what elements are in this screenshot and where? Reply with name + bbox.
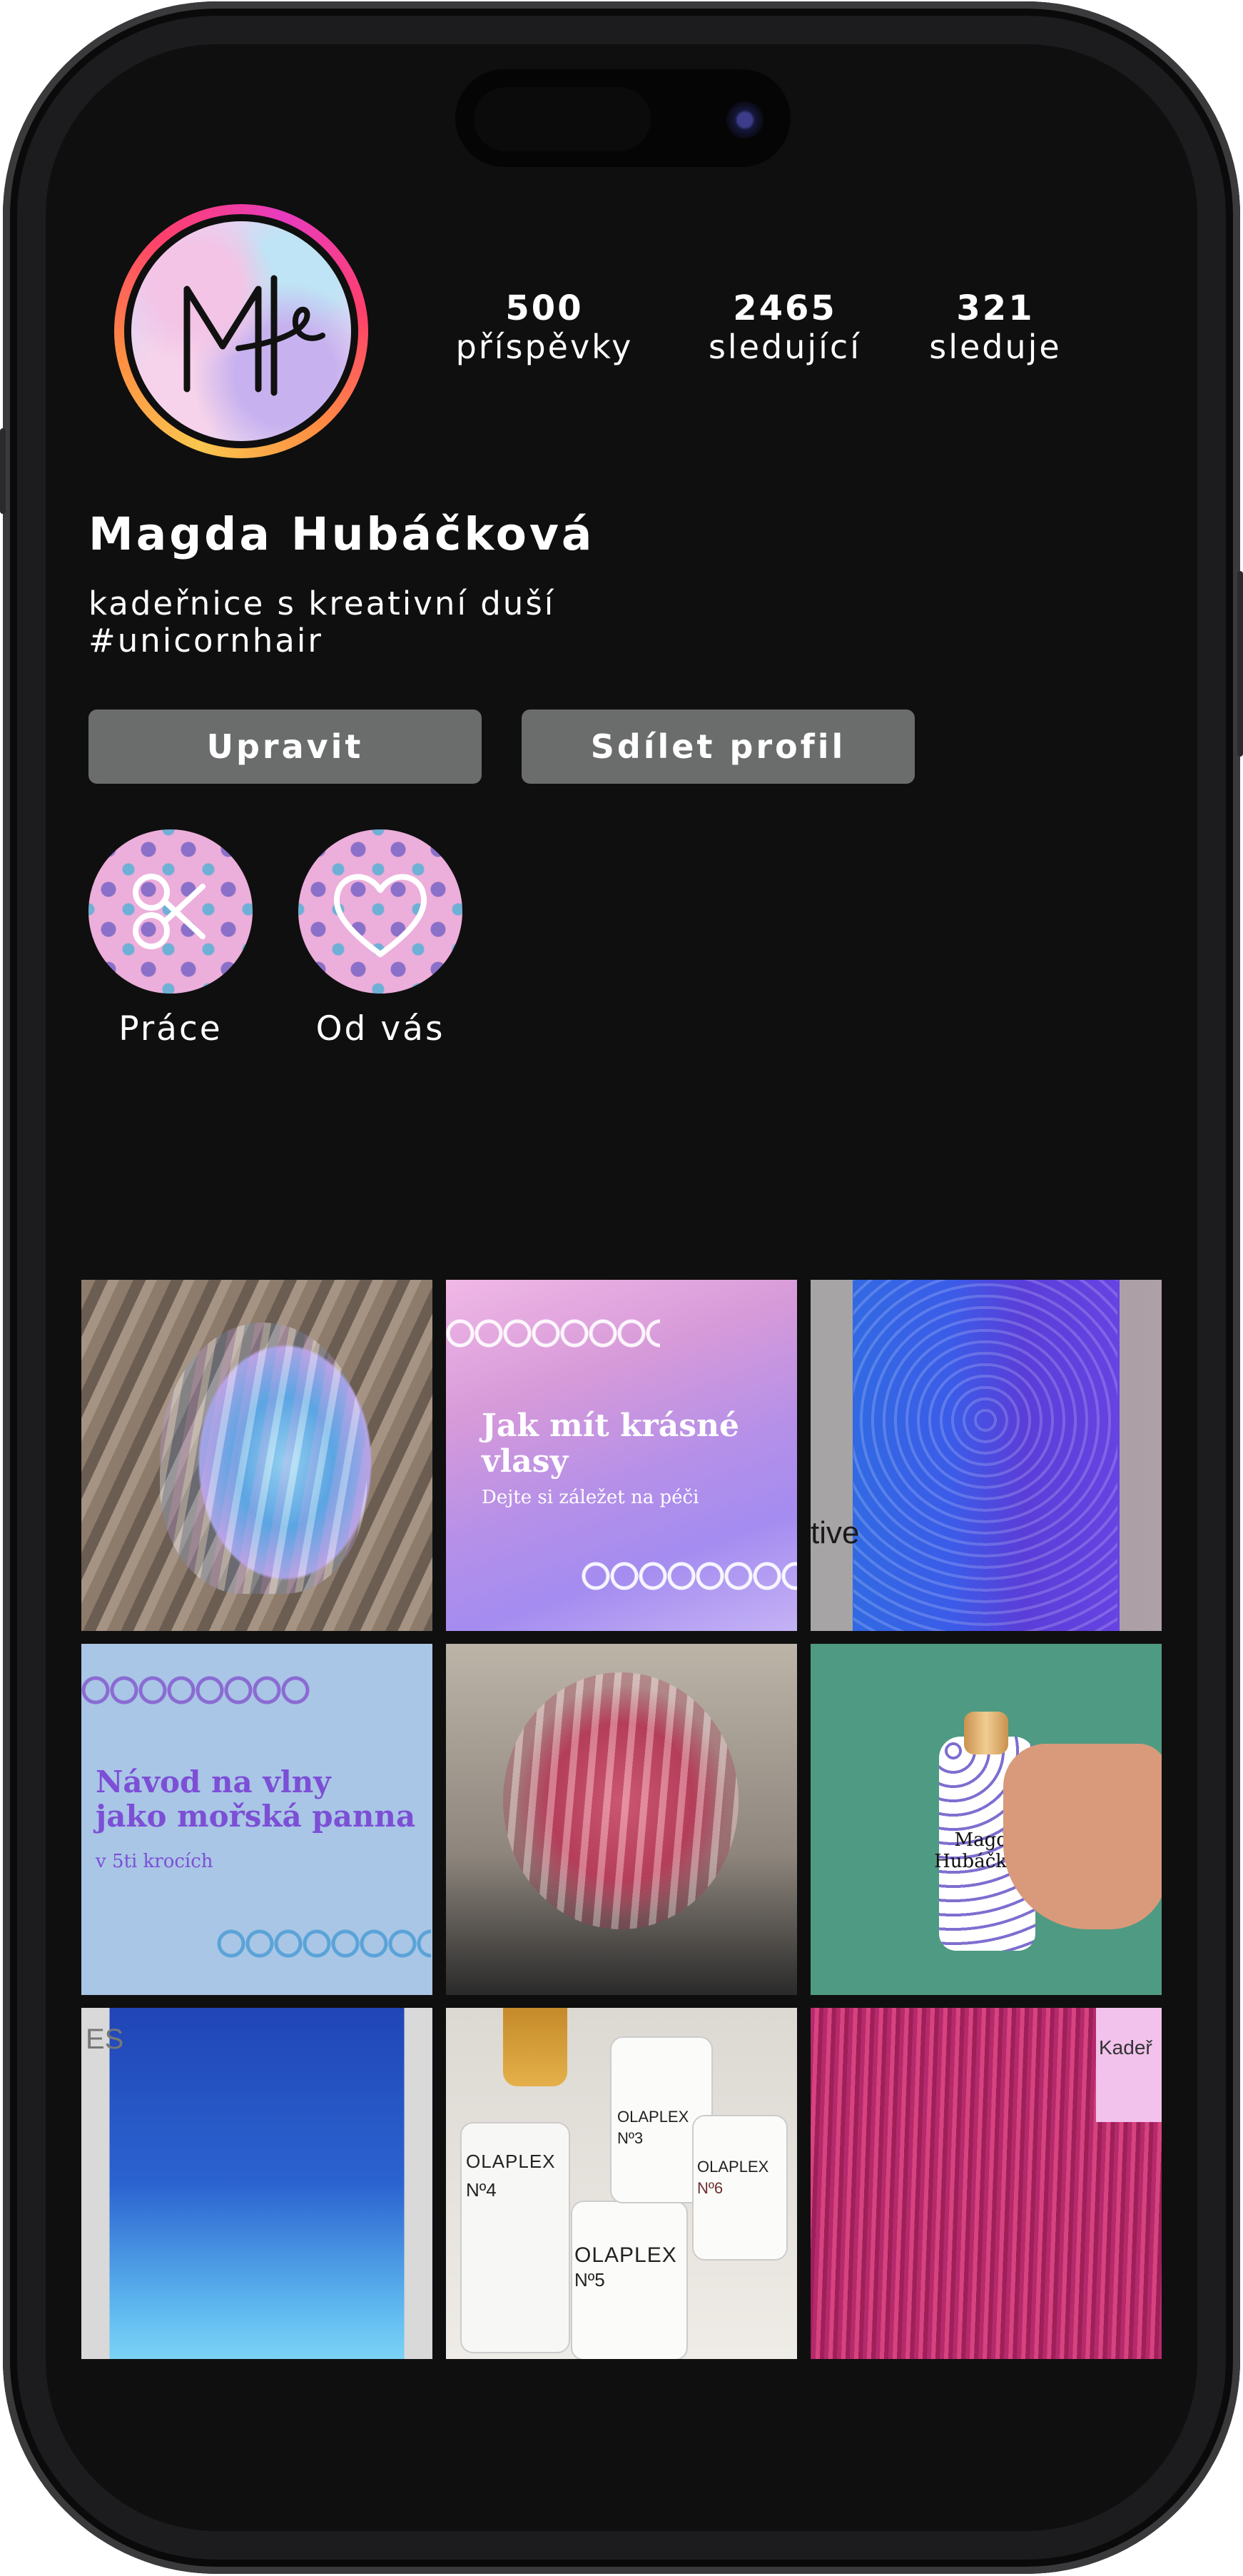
highlight-label-od-vas: Od vás bbox=[315, 1009, 445, 1049]
phone-side-button bbox=[1237, 571, 1243, 757]
stat-posts[interactable]: 500 příspěvky bbox=[448, 288, 641, 365]
hair-curls bbox=[853, 1280, 1117, 1631]
post-thumbnail-pink-highlights[interactable] bbox=[446, 1644, 797, 1995]
front-camera bbox=[726, 101, 763, 138]
post-thumbnail-hair-care-tips[interactable]: Jak mít krásné vlasy Dejte si záležet na… bbox=[446, 1280, 797, 1631]
dynamic-island-sensor bbox=[474, 87, 651, 151]
olaplex-brand: OLAPLEX bbox=[466, 2151, 556, 2172]
wave-decoration bbox=[217, 1915, 431, 1972]
share-profile-button[interactable]: Sdílet profil bbox=[522, 709, 915, 784]
post-thumbnail-blue-pastel-bob[interactable] bbox=[81, 1280, 432, 1631]
post-thumbnail-product-bottle[interactable]: Magda Hubáčková bbox=[811, 1644, 1162, 1995]
stat-followers[interactable]: 2465 sledující bbox=[692, 288, 878, 365]
wave-decoration bbox=[446, 1308, 660, 1358]
stat-following[interactable]: 321 sleduje bbox=[913, 288, 1077, 365]
post-title-line: Návod na vlny bbox=[96, 1764, 331, 1799]
post-title-line: jako mořská panna bbox=[96, 1799, 416, 1834]
post-thumbnail-blue-purple-curls[interactable]: tive bbox=[811, 1280, 1162, 1631]
hair-streaks bbox=[160, 1323, 367, 1594]
salon-sign: ES bbox=[86, 2024, 124, 2055]
post-subtitle: v 5ti krocích bbox=[96, 1851, 213, 1872]
stat-following-label: sleduje bbox=[929, 328, 1062, 366]
bio-hashtag[interactable]: #unicornhair bbox=[88, 622, 555, 660]
olaplex-brand: OLAPLEX bbox=[574, 2243, 677, 2267]
profile-bio: kadeřnice s kreativní duší #unicornhair bbox=[88, 585, 555, 660]
post-thumbnail-magenta-hair[interactable]: Kadeř bbox=[811, 2008, 1162, 2359]
profile-name: Magda Hubáčková bbox=[88, 508, 595, 560]
scissors-icon bbox=[133, 874, 206, 949]
mh-monogram-logo bbox=[183, 275, 325, 396]
salon-sign-text: Kadeř bbox=[1099, 2036, 1152, 2059]
olaplex-number: Nº6 bbox=[697, 2179, 724, 2197]
avatar[interactable] bbox=[131, 221, 351, 441]
salon-wall bbox=[81, 2008, 432, 2359]
edit-profile-button[interactable]: Upravit bbox=[88, 709, 482, 784]
post-title: Jak mít krásné vlasy bbox=[482, 1408, 739, 1480]
olaplex-brand: OLAPLEX bbox=[697, 2158, 769, 2176]
hand bbox=[1003, 1744, 1162, 1929]
olaplex-number: Nº5 bbox=[574, 2269, 605, 2290]
olaplex-brand: OLAPLEX bbox=[617, 2108, 689, 2126]
olaplex-number: Nº4 bbox=[466, 2179, 497, 2201]
wave-decoration bbox=[81, 1665, 310, 1715]
highlight-prace[interactable] bbox=[88, 829, 253, 994]
stat-followers-count: 2465 bbox=[733, 288, 837, 328]
highlight-od-vas[interactable] bbox=[298, 829, 462, 994]
post-thumbnail-olaplex-products[interactable]: OLAPLEX Nº4 OLAPLEX Nº5 OLAPLEX Nº3 OLAP… bbox=[446, 2008, 797, 2359]
stat-posts-label: příspěvky bbox=[455, 328, 634, 366]
salon-sign-board bbox=[1096, 2008, 1162, 2122]
post-overlay-text: tive bbox=[811, 1515, 860, 1550]
post-thumbnail-mermaid-waves-guide[interactable]: Návod na vlny jako mořská panna v 5ti kr… bbox=[81, 1644, 432, 1995]
phone-side-button bbox=[0, 428, 6, 514]
wave-decoration bbox=[582, 1551, 797, 1601]
bottle-cap bbox=[964, 1712, 1008, 1754]
stat-posts-count: 500 bbox=[505, 288, 584, 328]
post-subtitle: Dejte si záležet na péči bbox=[482, 1487, 699, 1508]
stat-followers-label: sledující bbox=[708, 328, 862, 366]
stat-following-count: 321 bbox=[956, 288, 1035, 328]
heart-icon bbox=[333, 874, 427, 957]
highlight-label-prace: Práce bbox=[118, 1009, 223, 1049]
post-title: Návod na vlny jako mořská panna bbox=[96, 1765, 424, 1834]
oil-bottle bbox=[503, 2008, 567, 2086]
hair-streaks bbox=[503, 1672, 739, 1929]
post-thumbnail-ocean-blue-hair[interactable]: ES bbox=[81, 2008, 432, 2359]
bio-line: kadeřnice s kreativní duší bbox=[88, 585, 556, 622]
olaplex-number: Nº3 bbox=[617, 2129, 644, 2147]
